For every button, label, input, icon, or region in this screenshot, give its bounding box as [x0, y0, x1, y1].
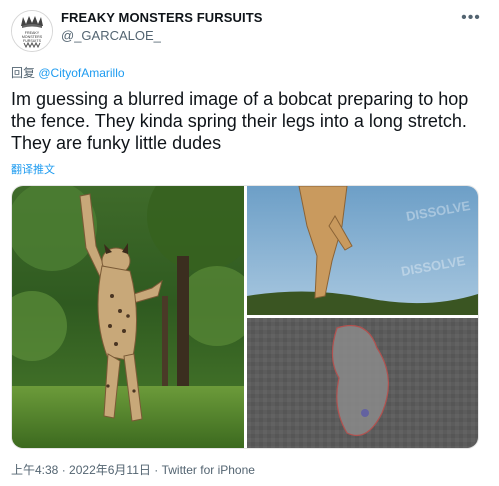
reply-context: 回复 @CityofAmarillo	[11, 64, 125, 81]
bobcat-leaping-image[interactable]	[12, 186, 244, 448]
tweet-time[interactable]: 上午4:38	[11, 463, 58, 477]
media-grid: DISSOLVE DISSOLVE	[11, 185, 479, 449]
meta-separator: ·	[154, 463, 159, 477]
tweet-meta: 上午4:38 · 2022年6月11日 · Twitter for iPhone	[11, 461, 255, 478]
more-horizontal-icon[interactable]: •••	[461, 9, 481, 29]
bobcat-legs-closeup-image[interactable]: DISSOLVE DISSOLVE	[247, 186, 478, 315]
tweet-date[interactable]: 2022年6月11日	[69, 463, 151, 477]
author-display-name[interactable]: FREAKY MONSTERS FURSUITS	[61, 10, 263, 25]
blurred-bobcat-image[interactable]	[247, 318, 478, 448]
monster-logo-icon: FREAKY MONSTERS FURSUITS	[12, 11, 52, 51]
reply-prefix: 回复	[11, 66, 36, 80]
tweet-header: FREAKY MONSTERS FURSUITS FREAKY MONSTERS…	[0, 0, 499, 60]
avatar[interactable]: FREAKY MONSTERS FURSUITS	[11, 10, 53, 52]
tweet-source: Twitter for iPhone	[161, 463, 255, 477]
svg-text:FURSUITS: FURSUITS	[23, 39, 42, 43]
tweet-text: Im guessing a blurred image of a bobcat …	[11, 89, 469, 153]
translate-tweet-link[interactable]: 翻译推文	[11, 161, 55, 177]
author-handle[interactable]: @_GARCALOE_	[61, 28, 161, 43]
reply-mention-link[interactable]: @CityofAmarillo	[38, 66, 124, 80]
meta-separator: ·	[61, 463, 66, 477]
